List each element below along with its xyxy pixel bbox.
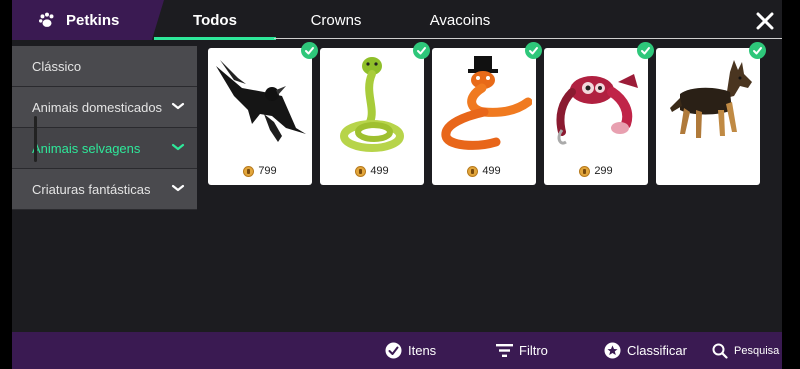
- coin-icon: [355, 165, 367, 177]
- search-icon: [712, 343, 728, 359]
- top-bar: Petkins Todos Crowns Avacoins: [12, 0, 782, 40]
- price-tag: 299: [544, 165, 648, 177]
- coin-icon: [467, 165, 479, 177]
- chevron-down-icon: [171, 102, 185, 110]
- chevron-down-icon: [171, 143, 185, 151]
- price-value: 499: [370, 165, 389, 177]
- dog-icon: [670, 60, 752, 138]
- itens-button[interactable]: Itens: [385, 332, 436, 369]
- owned-check-icon: [301, 42, 318, 59]
- pesquisa-label: Pesquisa: [734, 344, 780, 357]
- classificar-label: Classificar: [627, 343, 687, 358]
- tab-avacoins[interactable]: Avacoins: [412, 0, 508, 40]
- owned-check-icon: [525, 42, 542, 59]
- petkins-shop-screen: Petkins Todos Crowns Avacoins Clássico A…: [12, 0, 782, 369]
- sidebar-item-classico[interactable]: Clássico: [12, 46, 197, 87]
- brand-header: Petkins: [12, 0, 164, 40]
- price-value: 799: [258, 165, 277, 177]
- price-tag: 499: [432, 165, 536, 177]
- item-card[interactable]: 799: [208, 42, 318, 185]
- itens-label: Itens: [408, 343, 437, 358]
- owned-check-icon: [413, 42, 430, 59]
- sidebar-item-label: Criaturas fantásticas: [32, 181, 151, 197]
- bottom-toolbar: Itens Filtro Classificar Pesquisa: [12, 332, 782, 369]
- tab-todos[interactable]: Todos: [154, 0, 276, 40]
- owned-check-icon: [637, 42, 654, 59]
- item-card[interactable]: [656, 42, 766, 185]
- star-badge-icon: [604, 342, 621, 359]
- header-divider: [274, 38, 782, 39]
- price-value: 499: [482, 165, 501, 177]
- pesquisa-button[interactable]: Pesquisa: [712, 332, 779, 369]
- sidebar-item-animais-selvagens[interactable]: Animais selvagens: [12, 128, 197, 169]
- owned-check-icon: [749, 42, 766, 59]
- tab-label: Todos: [193, 11, 237, 29]
- category-sidebar: Clássico Animais domesticados Animais se…: [12, 46, 197, 210]
- snake-icon: [340, 57, 404, 152]
- active-tab-indicator: [154, 37, 276, 40]
- price-value: 299: [594, 165, 613, 177]
- price-tag: 799: [208, 165, 312, 177]
- chevron-down-icon: [171, 184, 185, 192]
- tab-label: Avacoins: [429, 11, 491, 29]
- coin-icon: [243, 165, 255, 177]
- tab-crowns[interactable]: Crowns: [284, 0, 388, 40]
- brand-title: Petkins: [66, 11, 120, 29]
- paw-icon: [38, 12, 54, 27]
- check-circle-icon: [385, 342, 402, 359]
- sidebar-scrollbar[interactable]: [34, 116, 37, 162]
- close-icon[interactable]: [754, 10, 776, 32]
- sidebar-item-label: Animais selvagens: [32, 140, 141, 156]
- sidebar-item-label: Clássico: [32, 58, 82, 74]
- item-card[interactable]: 299: [544, 42, 654, 185]
- coin-icon: [579, 165, 591, 177]
- sidebar-item-animais-domesticados[interactable]: Animais domesticados: [12, 87, 197, 128]
- filtro-button[interactable]: Filtro: [496, 332, 548, 369]
- filter-icon: [496, 344, 513, 357]
- snake-hat-icon: [441, 56, 532, 150]
- price-tag: 499: [320, 165, 424, 177]
- tab-label: Crowns: [310, 11, 362, 29]
- item-card[interactable]: 499: [432, 42, 542, 185]
- crab-icon: [556, 74, 638, 145]
- sidebar-item-criaturas-fantasticas[interactable]: Criaturas fantásticas: [12, 169, 197, 210]
- item-card[interactable]: 499: [320, 42, 430, 185]
- filtro-label: Filtro: [519, 343, 548, 358]
- classificar-button[interactable]: Classificar: [604, 332, 687, 369]
- crow-icon: [216, 60, 306, 142]
- sidebar-item-label: Animais domesticados: [32, 99, 163, 115]
